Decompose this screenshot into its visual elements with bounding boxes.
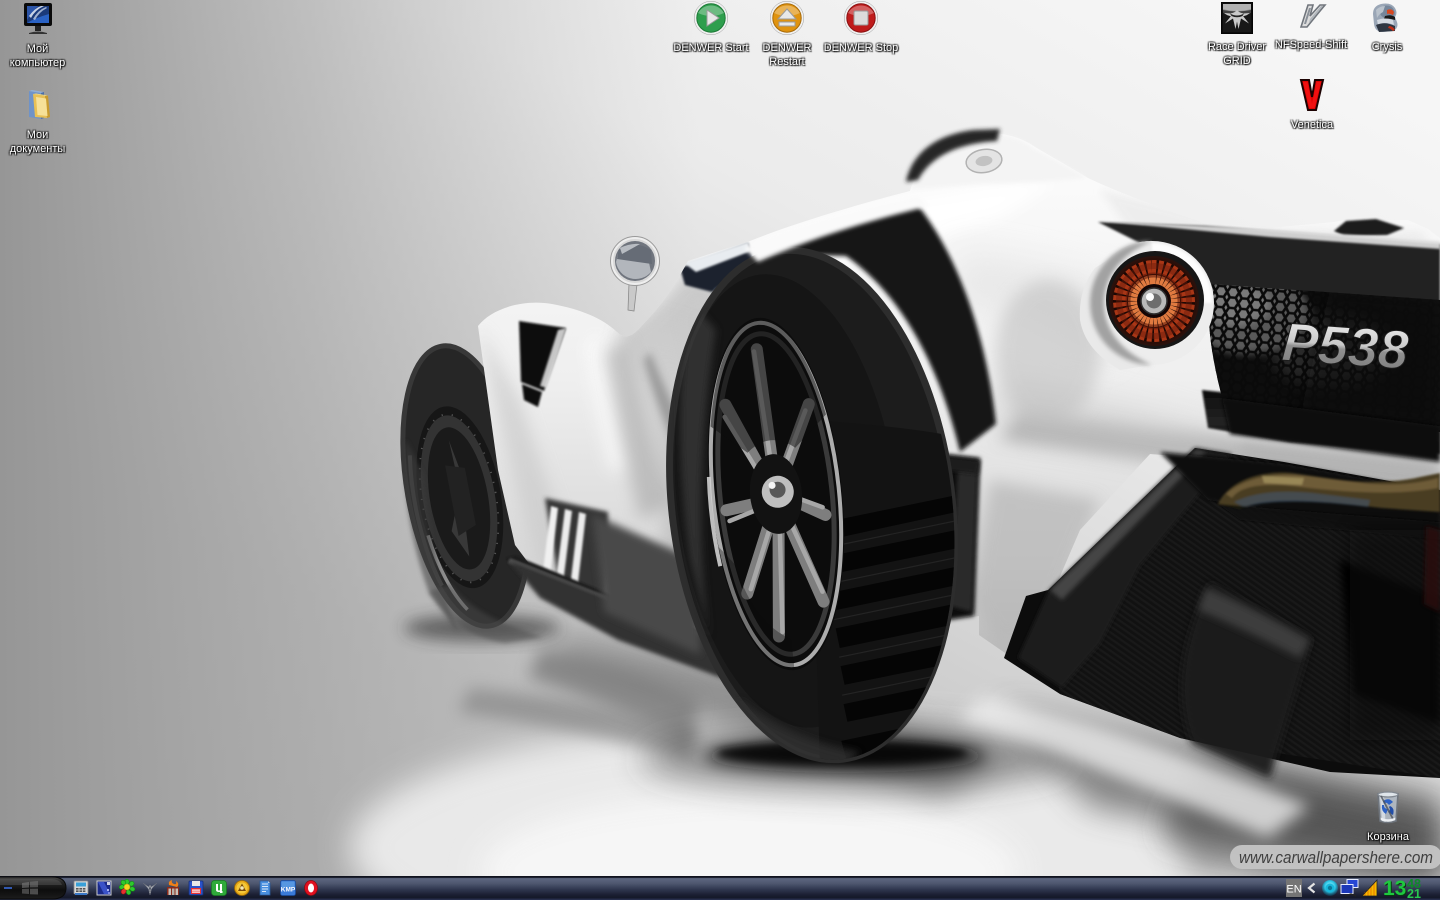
svg-text:P538: P538 bbox=[1280, 312, 1410, 381]
svg-text:KMP: KMP bbox=[281, 887, 296, 894]
svg-text:13: 13 bbox=[1383, 877, 1406, 900]
svg-text:21: 21 bbox=[1407, 887, 1421, 900]
svg-text:www.carwallpapershere.com: www.carwallpapershere.com bbox=[1239, 848, 1433, 867]
svg-text:EN: EN bbox=[1286, 884, 1301, 896]
